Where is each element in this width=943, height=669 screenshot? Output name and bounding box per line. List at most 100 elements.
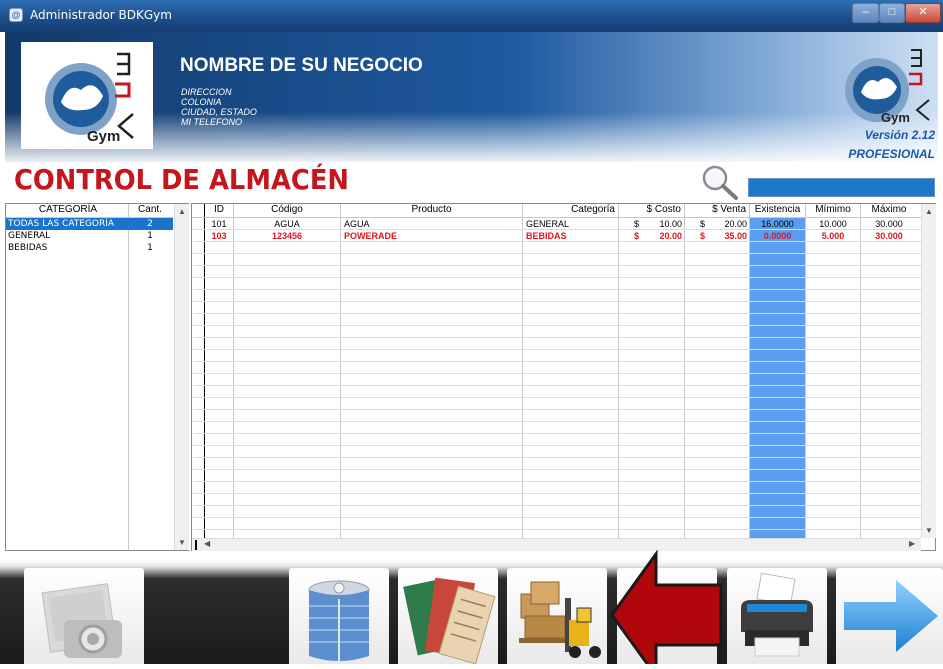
search-input[interactable] — [748, 178, 935, 197]
building-icon — [308, 580, 370, 665]
category-name: TODAS LAS CATEGORÍA — [8, 219, 115, 229]
photo-button[interactable] — [24, 568, 144, 664]
row-line — [193, 469, 921, 470]
inventory-forklift-button[interactable] — [507, 568, 607, 664]
category-list[interactable]: CATEGORÍA Cant. TODAS LAS CATEGORÍA 2 GE… — [5, 203, 189, 551]
category-count: 1 — [147, 243, 153, 253]
cell-id: 101 — [211, 219, 227, 229]
scroll-up-icon[interactable]: ▲ — [925, 207, 933, 216]
column-divider — [805, 204, 806, 538]
row-line — [193, 433, 921, 434]
product-horizontal-scrollbar[interactable]: ◀ ▶ — [192, 538, 921, 551]
version-label: Versión 2.12 — [864, 128, 935, 142]
cell-product: AGUA — [344, 219, 370, 229]
address-line: COLONIA — [181, 97, 222, 107]
cell-stock: 0.0000 — [763, 231, 792, 241]
header-code[interactable]: Código — [234, 204, 340, 217]
category-row[interactable]: TODAS LAS CATEGORÍA 2 — [6, 218, 173, 230]
header-stock[interactable]: Existencia — [750, 204, 805, 217]
column-divider — [522, 204, 523, 538]
product-grid[interactable]: ID Código Producto Categoría $ Costo $ V… — [191, 203, 936, 551]
category-row[interactable]: BEBIDAS 1 — [6, 242, 173, 254]
column-divider — [128, 204, 129, 550]
table-row[interactable]: 103 123456 POWERADE BEBIDAS $ 20.00 $ 35… — [192, 230, 921, 242]
cell-code: AGUA — [274, 219, 300, 229]
row-line — [193, 361, 921, 362]
next-arrow-button[interactable] — [836, 568, 943, 664]
supplier-building-button[interactable] — [289, 568, 389, 665]
logo-text: Gym — [881, 110, 910, 125]
cell-category: BEBIDAS — [526, 231, 567, 241]
count-header[interactable]: Cant. — [130, 204, 170, 217]
cell-category: GENERAL — [526, 219, 570, 229]
window-title: Administrador BDKGym — [30, 8, 172, 22]
cell-product: POWERADE — [344, 231, 398, 241]
cell-cost-sign: $ — [634, 231, 640, 241]
row-line — [193, 325, 921, 326]
cell-id: 103 — [211, 231, 227, 241]
row-line — [193, 277, 921, 278]
category-name: GENERAL — [8, 231, 51, 241]
row-line — [193, 385, 921, 386]
cell-stock: 16.0000 — [761, 219, 794, 229]
labels-button[interactable] — [398, 568, 498, 665]
maximize-button[interactable]: □ — [879, 3, 905, 23]
cell-min: 5.000 — [821, 231, 845, 241]
cell-max: 30.000 — [875, 231, 903, 241]
business-logo: Gym — [21, 42, 153, 149]
row-line — [193, 253, 921, 254]
row-line — [193, 301, 921, 302]
scroll-left-icon[interactable]: ◀ — [204, 539, 210, 548]
row-line — [193, 373, 921, 374]
table-row[interactable]: 101 AGUA AGUA GENERAL $ 10.00 $ 20.00 16… — [192, 218, 921, 230]
header-max[interactable]: Máximo — [861, 204, 917, 217]
category-row[interactable]: GENERAL 1 — [6, 230, 173, 242]
row-line — [193, 313, 921, 314]
row-line — [193, 349, 921, 350]
category-count: 1 — [147, 231, 153, 241]
scroll-up-icon[interactable]: ▲ — [178, 207, 186, 216]
row-line — [193, 445, 921, 446]
header-sale[interactable]: $ Venta — [685, 204, 746, 217]
minimize-button[interactable]: – — [852, 3, 879, 23]
row-line — [193, 265, 921, 266]
header-cost[interactable]: $ Costo — [619, 204, 681, 217]
column-divider — [233, 204, 234, 538]
category-header[interactable]: CATEGORÍA — [8, 204, 128, 217]
row-line — [193, 517, 921, 518]
section-title: CONTROL DE ALMACÉN — [14, 163, 349, 196]
cell-cost-sign: $ — [634, 219, 640, 229]
app-icon: @ — [9, 8, 23, 22]
address-line: DIRECCION — [181, 87, 232, 97]
product-vertical-scrollbar[interactable]: ▲ ▼ — [921, 204, 936, 538]
header-product[interactable]: Producto — [341, 204, 522, 217]
business-name: NOMBRE DE SU NEGOCIO — [180, 55, 423, 76]
scroll-down-icon[interactable]: ▼ — [925, 526, 933, 535]
header-category[interactable]: Categoría — [523, 204, 615, 217]
row-line — [193, 397, 921, 398]
row-line — [193, 529, 921, 530]
cell-cost: 20.00 — [659, 231, 682, 241]
category-scrollbar[interactable]: ▲ ▼ — [174, 204, 189, 550]
edition-label: PROFESIONAL — [848, 147, 935, 161]
column-divider — [749, 204, 750, 538]
category-count: 2 — [147, 219, 153, 229]
cell-cost: 10.00 — [659, 219, 682, 229]
column-divider — [340, 204, 341, 538]
scroll-cursor — [195, 540, 197, 550]
row-header-divider — [204, 204, 205, 538]
cell-sale-sign: $ — [700, 219, 706, 229]
row-line — [193, 337, 921, 338]
row-line — [193, 289, 921, 290]
search-icon[interactable] — [700, 163, 740, 201]
phone-line: MI TELEFONO — [181, 117, 243, 127]
camera-photo-icon — [41, 583, 122, 658]
category-name: BEBIDAS — [8, 243, 48, 253]
scroll-down-icon[interactable]: ▼ — [178, 538, 186, 547]
cell-max: 30.000 — [875, 219, 903, 229]
print-button[interactable] — [727, 568, 827, 664]
scroll-right-icon[interactable]: ▶ — [909, 539, 915, 548]
header-min[interactable]: Mímimo — [806, 204, 860, 217]
close-button[interactable]: ✕ — [905, 3, 941, 23]
header-id[interactable]: ID — [205, 204, 233, 217]
